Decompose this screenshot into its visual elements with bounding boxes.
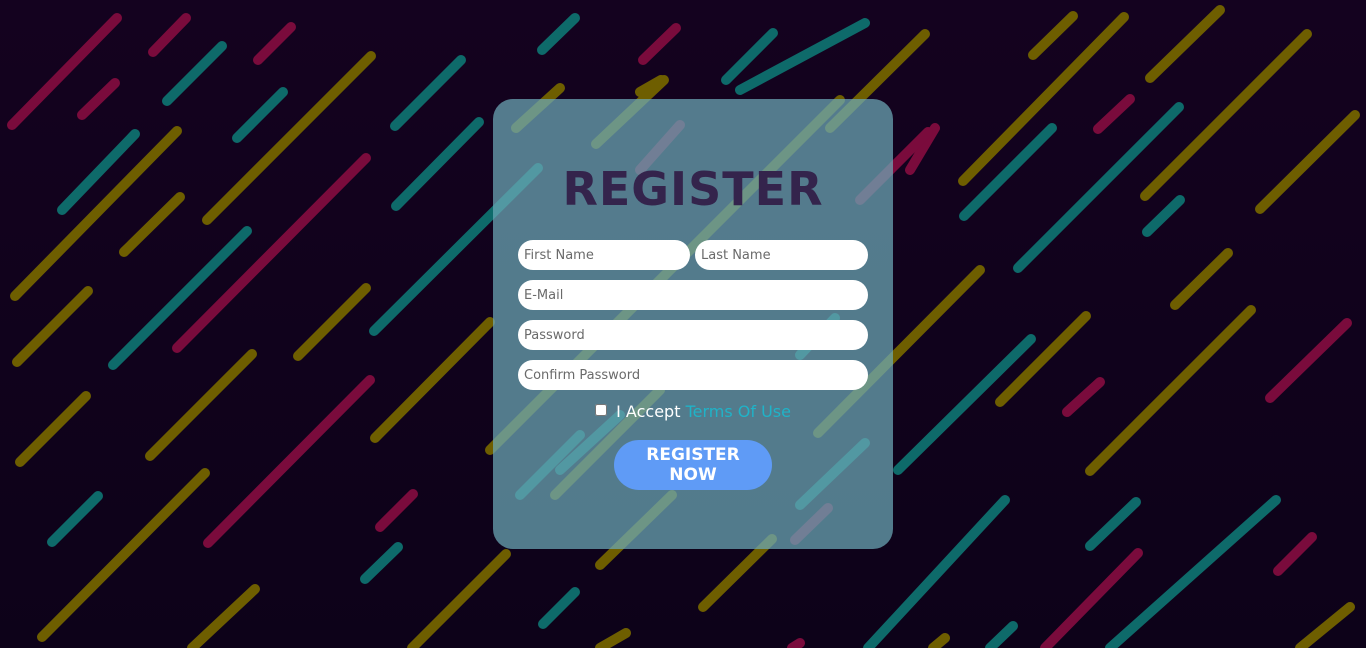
confirm-password-input[interactable] [518, 360, 868, 390]
background-stripe [10, 126, 182, 301]
background-stripe [1085, 305, 1256, 476]
terms-of-use-link[interactable]: Terms Of Use [686, 402, 791, 421]
background-stripe [1142, 195, 1185, 237]
terms-row: I Accept Terms Of Use [493, 401, 893, 423]
background-stripe [391, 117, 484, 211]
accept-terms-checkbox[interactable] [595, 404, 608, 416]
background-stripe [1062, 377, 1105, 417]
background-stripe [187, 584, 260, 648]
page-title: REGISTER [562, 162, 824, 216]
background-stripe [928, 633, 950, 648]
terms-label: I Accept [616, 402, 681, 421]
last-name-input[interactable] [695, 240, 868, 270]
first-name-input[interactable] [518, 240, 690, 270]
background-stripe [1028, 11, 1078, 60]
background-stripe [407, 549, 511, 648]
background-stripe [1273, 532, 1317, 576]
background-stripe [232, 87, 288, 143]
background-stripe [1255, 110, 1360, 214]
background-stripe [162, 41, 227, 106]
background-stripe [698, 534, 777, 612]
background-stripe [1170, 248, 1233, 310]
background-stripe [203, 375, 375, 548]
background-stripe [1085, 497, 1141, 551]
background-stripe [7, 13, 122, 130]
background-stripe [538, 587, 580, 629]
background-stripe [1295, 602, 1355, 648]
background-stripe [1105, 495, 1281, 648]
background-stripe [537, 13, 580, 55]
background-stripe [77, 78, 120, 120]
background-stripe [787, 638, 805, 648]
background-stripe [370, 317, 495, 443]
register-now-button[interactable]: REGISTER NOW [614, 440, 772, 490]
background-stripe [985, 621, 1018, 648]
background-stripe [360, 542, 403, 584]
background-stripe [145, 349, 257, 461]
background-stripe [1145, 5, 1225, 83]
background-stripe [375, 489, 418, 532]
background-stripe [390, 55, 466, 131]
background-stripe [253, 22, 296, 65]
background-stripe [595, 628, 631, 648]
background-stripe [293, 283, 371, 361]
password-input[interactable] [518, 320, 868, 350]
background-stripe [12, 286, 93, 367]
background-stripe [1093, 94, 1135, 134]
email-input[interactable] [518, 280, 868, 310]
background-stripe [202, 51, 376, 225]
background-stripe [1265, 318, 1352, 403]
background-stripe [893, 334, 1036, 475]
background-stripe [119, 192, 185, 257]
background-stripe [37, 468, 210, 642]
background-stripe [47, 491, 103, 547]
register-card: REGISTER I Accept Terms Of Use REGISTER … [493, 99, 893, 549]
background-stripe [57, 129, 140, 215]
background-stripe [15, 391, 91, 467]
background-stripe [148, 13, 191, 57]
background-stripe [638, 23, 681, 65]
background-stripe [735, 18, 870, 95]
